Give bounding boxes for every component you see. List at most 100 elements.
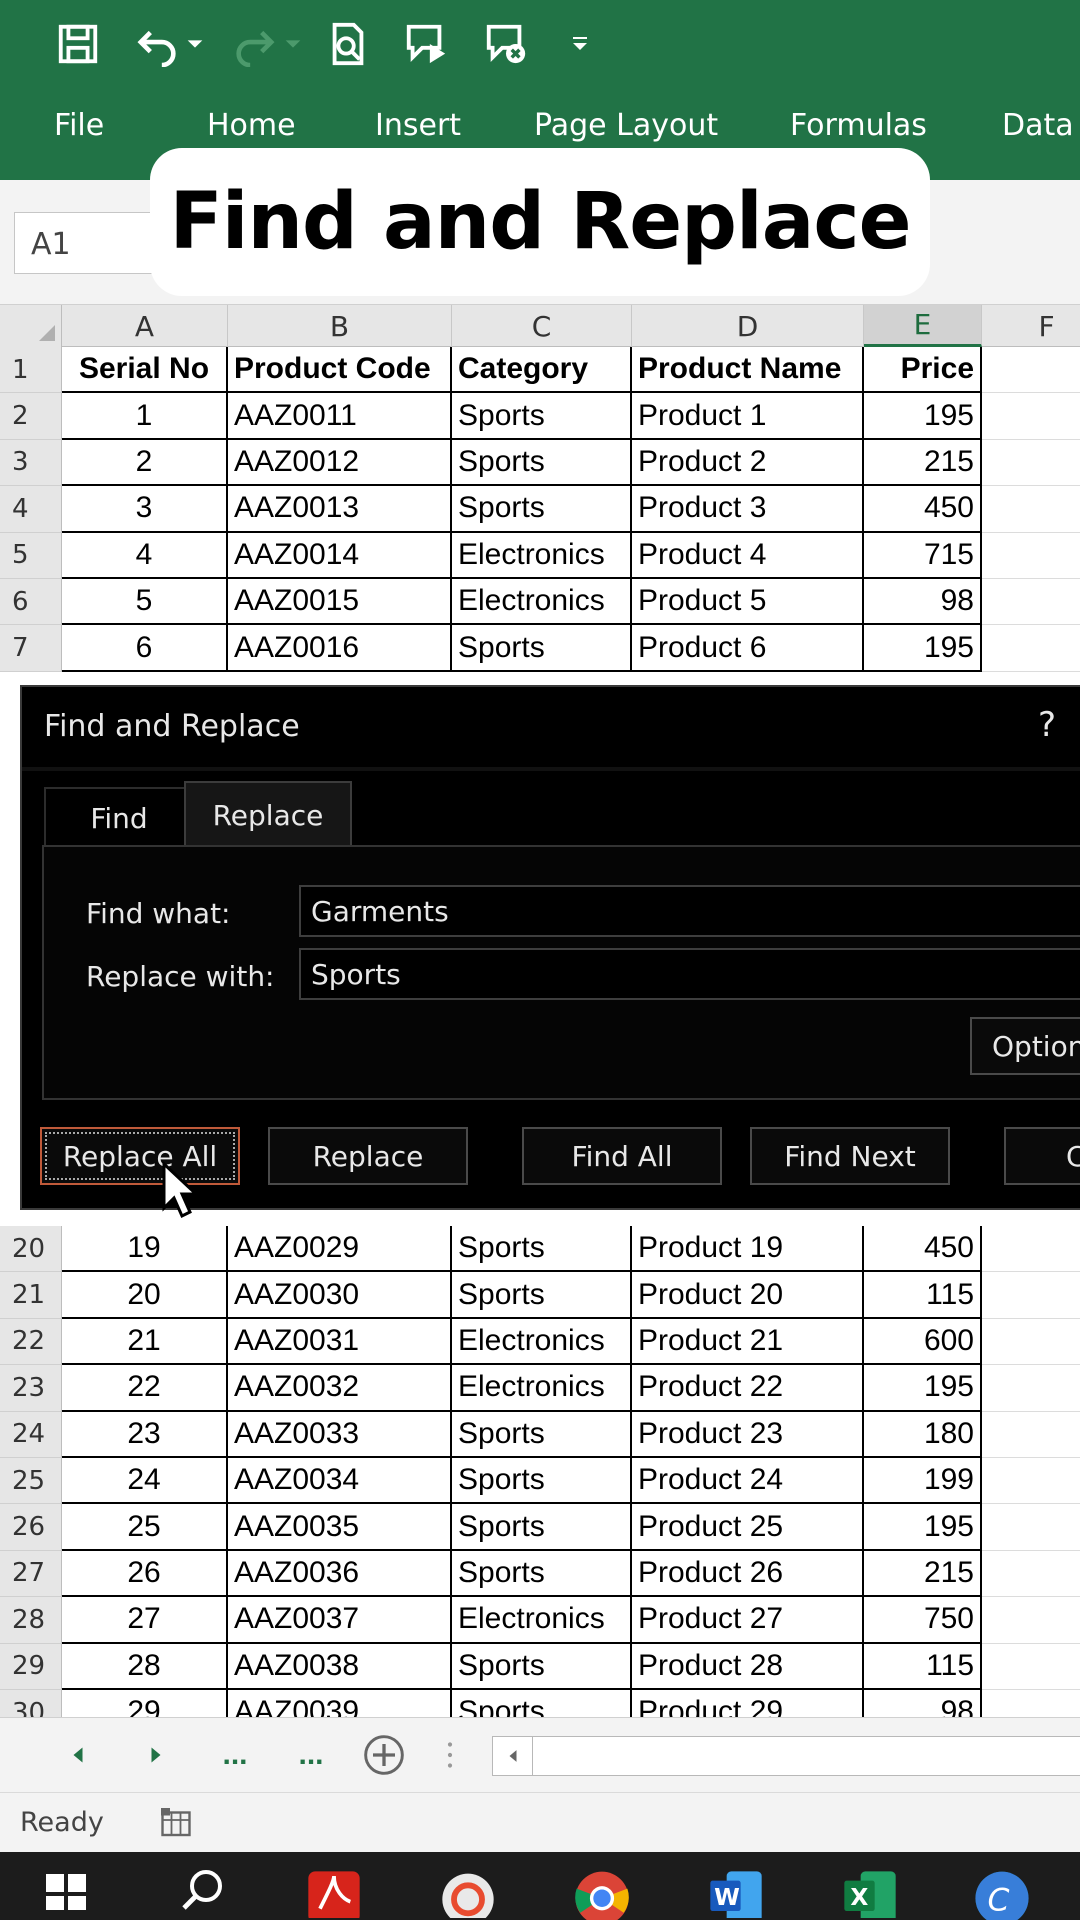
- table-cell[interactable]: AAZ0038: [228, 1643, 452, 1690]
- tab-page-layout[interactable]: Page Layout: [534, 108, 718, 143]
- table-cell[interactable]: Product 3: [632, 486, 864, 533]
- table-cell[interactable]: Product Name: [632, 347, 864, 394]
- column-header-e[interactable]: E: [864, 305, 982, 347]
- table-cell[interactable]: 195: [864, 393, 982, 440]
- table-cell[interactable]: 25: [62, 1504, 228, 1551]
- table-cell[interactable]: Price: [864, 347, 982, 394]
- search-icon[interactable]: [170, 1862, 234, 1920]
- table-cell[interactable]: Category: [452, 347, 632, 394]
- row-header[interactable]: 20: [0, 1226, 62, 1273]
- table-cell[interactable]: 27: [62, 1597, 228, 1644]
- tab-replace[interactable]: Replace: [184, 781, 352, 847]
- table-cell[interactable]: [982, 579, 1080, 626]
- table-cell[interactable]: [982, 440, 1080, 487]
- excel-icon[interactable]: X: [838, 1862, 902, 1920]
- table-cell[interactable]: Electronics: [452, 532, 632, 579]
- table-cell[interactable]: Serial No: [62, 347, 228, 394]
- table-cell[interactable]: [982, 1551, 1080, 1598]
- row-header[interactable]: 24: [0, 1411, 62, 1458]
- table-cell[interactable]: Sports: [452, 625, 632, 672]
- table-cell[interactable]: 215: [864, 439, 982, 487]
- table-cell[interactable]: 4: [62, 532, 228, 579]
- table-cell[interactable]: [982, 1226, 1080, 1273]
- table-cell[interactable]: 115: [864, 1643, 982, 1690]
- table-cell[interactable]: 20: [62, 1272, 228, 1319]
- table-cell[interactable]: AAZ0016: [228, 625, 452, 672]
- table-cell[interactable]: Product 21: [632, 1318, 864, 1366]
- table-cell[interactable]: Electronics: [452, 1365, 632, 1412]
- table-cell[interactable]: Sports: [452, 439, 632, 487]
- table-cell[interactable]: Sports: [452, 1504, 632, 1551]
- tab-home[interactable]: Home: [207, 108, 296, 143]
- save-icon[interactable]: [52, 18, 104, 70]
- table-cell[interactable]: [982, 1319, 1080, 1366]
- table-cell[interactable]: Sports: [452, 1272, 632, 1319]
- options-button[interactable]: Options: [970, 1017, 1080, 1075]
- table-cell[interactable]: 23: [62, 1411, 228, 1458]
- tab-file[interactable]: File: [54, 108, 104, 143]
- table-cell[interactable]: Sports: [452, 1550, 632, 1598]
- table-cell[interactable]: 195: [864, 625, 982, 672]
- table-cell[interactable]: AAZ0029: [228, 1226, 452, 1273]
- column-header-f[interactable]: F: [982, 305, 1080, 347]
- table-cell[interactable]: 195: [864, 1365, 982, 1412]
- table-cell[interactable]: AAZ0032: [228, 1365, 452, 1412]
- table-cell[interactable]: 24: [62, 1458, 228, 1505]
- row-header[interactable]: 28: [0, 1597, 62, 1644]
- table-cell[interactable]: [982, 1644, 1080, 1690]
- windows-start-icon[interactable]: [34, 1862, 98, 1920]
- undo-dropdown-icon[interactable]: [180, 18, 210, 70]
- row-header[interactable]: 5: [0, 532, 62, 579]
- table-cell[interactable]: Product 28: [632, 1643, 864, 1690]
- column-header-a[interactable]: A: [62, 305, 228, 347]
- tab-insert[interactable]: Insert: [375, 108, 461, 143]
- print-preview-icon[interactable]: [322, 18, 374, 70]
- table-cell[interactable]: Product 19: [632, 1226, 864, 1273]
- table-cell[interactable]: 29: [62, 1690, 228, 1717]
- replace-with-input[interactable]: Sports: [299, 948, 1080, 1000]
- table-cell[interactable]: Product 29: [632, 1690, 864, 1717]
- replace-all-button[interactable]: Replace All: [40, 1127, 240, 1185]
- table-cell[interactable]: AAZ0030: [228, 1272, 452, 1319]
- table-cell[interactable]: Sports: [452, 1458, 632, 1505]
- row-header[interactable]: 2: [0, 393, 62, 440]
- add-sheet-icon[interactable]: [360, 1732, 408, 1778]
- table-cell[interactable]: AAZ0035: [228, 1504, 452, 1551]
- table-cell[interactable]: 450: [864, 486, 982, 533]
- customize-qat-icon[interactable]: [560, 18, 600, 70]
- row-header[interactable]: 26: [0, 1504, 62, 1551]
- row-header[interactable]: 1: [0, 347, 62, 394]
- app-icon[interactable]: [436, 1862, 500, 1920]
- table-cell[interactable]: [982, 533, 1080, 579]
- tab-formulas[interactable]: Formulas: [790, 108, 927, 143]
- row-header[interactable]: 30: [0, 1690, 62, 1717]
- table-cell[interactable]: [982, 1458, 1080, 1505]
- table-cell[interactable]: 199: [864, 1458, 982, 1505]
- table-cell[interactable]: Sports: [452, 1690, 632, 1717]
- table-cell[interactable]: [982, 347, 1080, 394]
- table-cell[interactable]: 6: [62, 625, 228, 672]
- table-cell[interactable]: 180: [864, 1411, 982, 1458]
- table-cell[interactable]: 750: [864, 1597, 982, 1644]
- table-cell[interactable]: 1: [62, 393, 228, 440]
- table-cell[interactable]: [982, 1272, 1080, 1319]
- table-cell[interactable]: [982, 1365, 1080, 1412]
- row-header[interactable]: 3: [0, 439, 62, 487]
- table-cell[interactable]: 715: [864, 532, 982, 579]
- table-cell[interactable]: AAZ0013: [228, 486, 452, 533]
- table-cell[interactable]: 98: [864, 1690, 982, 1717]
- table-cell[interactable]: 28: [62, 1643, 228, 1690]
- table-cell[interactable]: Product 26: [632, 1550, 864, 1598]
- table-cell[interactable]: Electronics: [452, 1597, 632, 1644]
- row-header[interactable]: 27: [0, 1550, 62, 1598]
- scroll-left-arrow-icon[interactable]: [493, 1737, 533, 1775]
- macro-delete-icon[interactable]: [480, 18, 532, 70]
- table-cell[interactable]: [982, 625, 1080, 672]
- row-header[interactable]: 23: [0, 1365, 62, 1412]
- row-header[interactable]: 29: [0, 1643, 62, 1690]
- table-cell[interactable]: Product 25: [632, 1504, 864, 1551]
- column-header-c[interactable]: C: [452, 305, 632, 347]
- table-cell[interactable]: [982, 1504, 1080, 1551]
- table-cell[interactable]: Sports: [452, 486, 632, 533]
- table-cell[interactable]: Sports: [452, 1226, 632, 1273]
